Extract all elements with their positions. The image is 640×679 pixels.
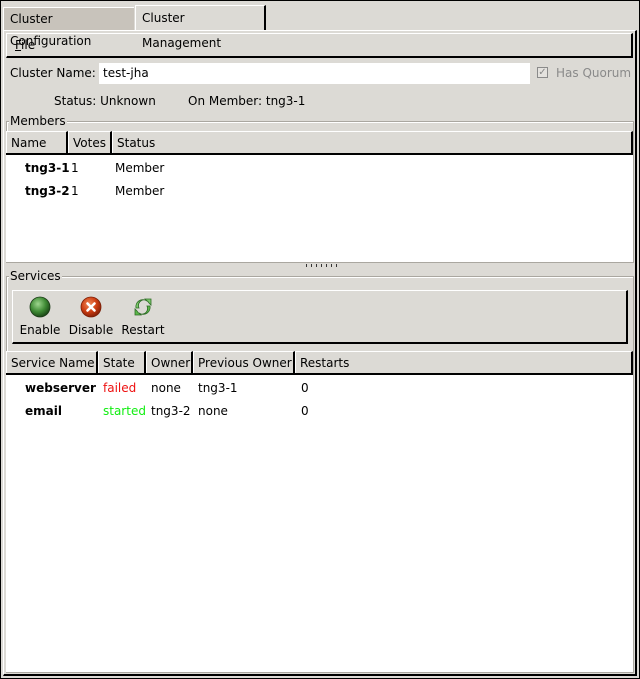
on-member-status: On Member: tng3-1: [188, 94, 306, 108]
services-header: Service Name State Owner Previous Owner …: [6, 351, 633, 375]
member-status: Member: [115, 161, 165, 175]
has-quorum-checkbox[interactable]: ✓: [537, 67, 548, 78]
members-header: Name Votes Status: [6, 131, 633, 155]
service-state: failed: [103, 381, 137, 395]
tab-cluster-management[interactable]: Cluster Management: [135, 5, 266, 50]
enable-label: Enable: [19, 323, 61, 337]
menu-file[interactable]: File: [15, 38, 35, 52]
column-header-restarts[interactable]: Restarts: [295, 351, 633, 373]
member-status: Member: [115, 184, 165, 198]
service-restarts: 0: [301, 404, 309, 418]
cluster-status: Status: Unknown: [54, 94, 156, 108]
member-votes: 1: [71, 161, 79, 175]
services-title: Services: [9, 269, 62, 283]
disable-button[interactable]: Disable: [67, 291, 115, 341]
cluster-name-field[interactable]: test-jha: [99, 63, 530, 84]
service-owner: tng3-2: [151, 404, 191, 418]
column-header-status[interactable]: Status: [112, 131, 633, 153]
red-x-circle-icon: [80, 296, 102, 318]
has-quorum-label: Has Quorum: [556, 66, 632, 80]
green-arrows-refresh-icon: [134, 298, 152, 316]
menubar: File: [6, 33, 633, 58]
column-header-owner[interactable]: Owner: [146, 351, 193, 373]
service-name: webserver: [25, 381, 96, 395]
member-name: tng3-1: [25, 161, 70, 175]
members-table: Name Votes Status tng3-1 1 Member tng3-2…: [6, 131, 633, 262]
service-state: started: [103, 404, 146, 418]
restart-label: Restart: [121, 323, 165, 337]
column-header-votes[interactable]: Votes: [68, 131, 112, 153]
member-votes: 1: [71, 184, 79, 198]
column-header-service-name[interactable]: Service Name: [6, 351, 98, 373]
column-header-state[interactable]: State: [98, 351, 146, 373]
member-name: tng3-2: [25, 184, 70, 198]
service-restarts: 0: [301, 381, 309, 395]
checkmark-icon: ✓: [538, 67, 547, 78]
restart-button[interactable]: Restart: [119, 291, 167, 341]
pane-resize-handle[interactable]: [306, 264, 340, 267]
enable-button[interactable]: Enable: [17, 291, 63, 341]
menu-file-label: ile: [21, 38, 36, 52]
cluster-name-label: Cluster Name:: [10, 66, 96, 80]
column-header-previous-owner[interactable]: Previous Owner: [193, 351, 295, 373]
service-name: email: [25, 404, 62, 418]
service-previous-owner: none: [198, 404, 228, 418]
column-header-name[interactable]: Name: [6, 131, 68, 153]
disable-label: Disable: [68, 323, 114, 337]
services-toolbar: Enable Disable Restart: [12, 290, 628, 344]
tab-cluster-configuration[interactable]: Cluster Configuration: [3, 7, 134, 48]
service-owner: none: [151, 381, 181, 395]
members-title: Members: [9, 114, 67, 128]
service-previous-owner: tng3-1: [198, 381, 238, 395]
services-table: Service Name State Owner Previous Owner …: [6, 351, 633, 672]
green-circle-icon: [29, 296, 51, 318]
